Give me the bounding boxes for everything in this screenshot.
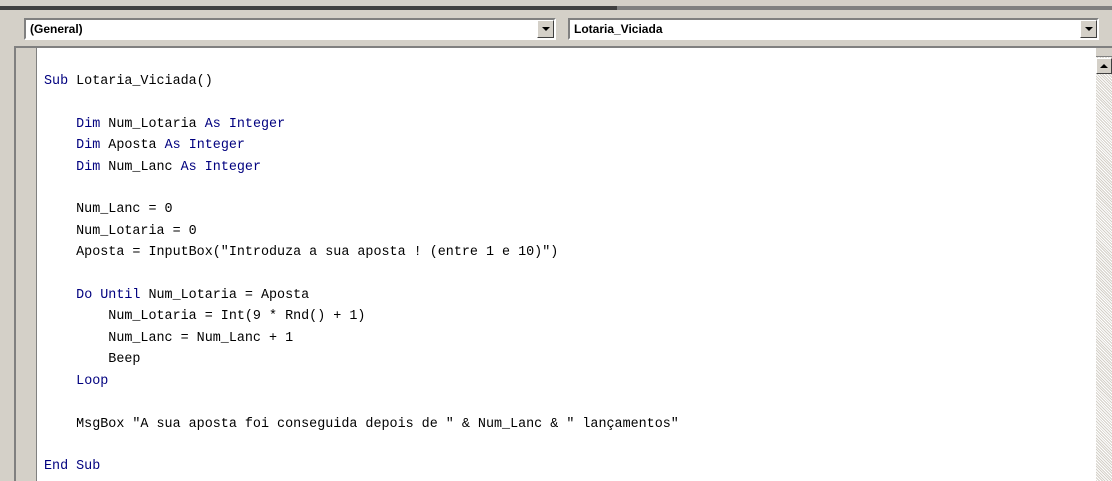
chevron-down-icon	[1085, 27, 1093, 31]
code-line[interactable]: Dim Num_Lotaria As Integer	[44, 117, 285, 132]
code-segment: Num_Lotaria = Aposta	[140, 288, 310, 304]
object-dropdown-button[interactable]	[537, 20, 554, 38]
code-keyword: As	[204, 116, 221, 132]
code-line[interactable]: Num_Lotaria = Int(9 * Rnd() + 1)	[44, 309, 365, 324]
vertical-scrollbar[interactable]	[1096, 48, 1112, 481]
margin-indicator-bar[interactable]	[16, 48, 37, 481]
code-keyword: Sub	[44, 74, 69, 89]
code-segment: Aposta	[100, 138, 165, 154]
code-keyword: Integer	[228, 116, 286, 132]
code-segment: Num_Lotaria = 0	[44, 223, 197, 239]
code-line[interactable]: Dim Num_Lanc As Integer	[44, 160, 261, 175]
code-line[interactable]: End Sub	[44, 459, 100, 474]
code-segment: Num_Lotaria	[100, 116, 205, 132]
procedure-dropdown[interactable]: Lotaria_Viciada	[568, 18, 1099, 40]
code-keyword: Dim	[76, 138, 101, 154]
code-keyword: Loop	[76, 373, 109, 389]
code-segment: Beep	[44, 352, 141, 368]
code-line[interactable]: Num_Lanc = 0	[44, 202, 173, 218]
code-line[interactable]: MsgBox "A sua aposta foi conseguida depo…	[44, 417, 679, 432]
code-line[interactable]: Sub Lotaria_Viciada()	[44, 74, 213, 89]
code-keyword: Integer	[188, 138, 245, 154]
code-line[interactable]: Num_Lotaria = 0	[44, 224, 197, 239]
title-strip-dark	[0, 6, 617, 10]
arrow-up-icon	[1100, 64, 1108, 68]
code-keyword: Dim	[76, 116, 101, 132]
code-line[interactable]: Beep	[44, 352, 140, 367]
code-segment: Aposta = InputBox("Introduza a sua apost…	[44, 245, 559, 261]
code-segment: Num_Lotaria = Int(9 * Rnd() + 1)	[44, 309, 366, 325]
procedure-dropdown-button[interactable]	[1080, 20, 1097, 38]
code-segment: Num_Lanc	[100, 159, 181, 175]
code-keyword: Dim	[76, 159, 101, 175]
title-strip-light	[617, 6, 1112, 10]
code-editor[interactable]: Sub Lotaria_Viciada() Dim Num_Lotaria As…	[14, 46, 1112, 481]
code-keyword: Do Until	[76, 288, 141, 304]
code-keyword: As	[164, 138, 181, 154]
code-keyword: End Sub	[44, 459, 101, 475]
code-line[interactable]: Do Until Num_Lotaria = Aposta	[44, 288, 309, 303]
code-line[interactable]: Loop	[44, 374, 108, 389]
code-segment: Num_Lanc = 0	[44, 202, 173, 218]
code-segment: MsgBox "A sua aposta foi conseguida depo…	[44, 416, 679, 432]
object-dropdown-value: (General)	[30, 22, 83, 36]
code-segment: Lotaria_Viciada()	[68, 74, 213, 89]
code-line[interactable]: Num_Lanc = Num_Lanc + 1	[44, 331, 293, 346]
code-segment: Num_Lanc = Num_Lanc + 1	[44, 330, 294, 346]
code-keyword: Integer	[204, 159, 261, 175]
chevron-down-icon	[542, 27, 550, 31]
code-text[interactable]: Sub Lotaria_Viciada() Dim Num_Lotaria As…	[44, 48, 679, 478]
split-bar[interactable]	[1096, 48, 1112, 57]
title-strip	[0, 0, 1112, 16]
object-dropdown[interactable]: (General)	[24, 18, 556, 40]
scroll-up-button[interactable]	[1096, 58, 1112, 74]
code-line[interactable]: Aposta = InputBox("Introduza a sua apost…	[44, 245, 558, 260]
code-keyword: As	[180, 159, 197, 175]
code-line[interactable]: Dim Aposta As Integer	[44, 138, 245, 153]
procedure-dropdown-value: Lotaria_Viciada	[574, 22, 663, 36]
